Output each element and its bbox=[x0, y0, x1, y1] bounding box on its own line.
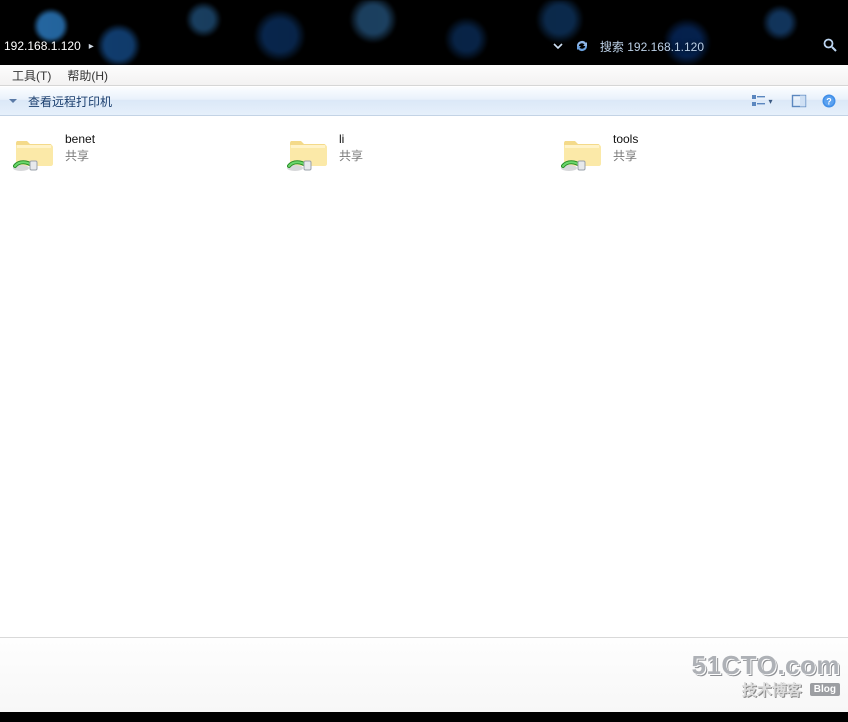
menu-tools[interactable]: 工具(T) bbox=[4, 65, 59, 86]
toolbar: 查看远程打印机 ▾ ? bbox=[0, 86, 848, 116]
view-remote-printers-button[interactable]: 查看远程打印机 bbox=[28, 93, 112, 110]
titlebar: 192.168.1.120 ▸ 搜索 192.168.1.120 bbox=[0, 0, 848, 65]
bottom-border bbox=[0, 712, 848, 722]
shared-folder-icon bbox=[287, 131, 329, 173]
address-row: 192.168.1.120 ▸ 搜索 192.168.1.120 bbox=[0, 33, 848, 65]
item-subtitle: 共享 bbox=[613, 148, 638, 165]
items-grid: benet 共享 li bbox=[8, 128, 840, 176]
search-icon[interactable] bbox=[822, 37, 838, 56]
details-pane bbox=[0, 638, 848, 722]
search-box[interactable]: 搜索 192.168.1.120 bbox=[600, 37, 838, 56]
item-name: li bbox=[339, 131, 363, 148]
organize-button[interactable] bbox=[6, 94, 20, 108]
shared-folder-icon bbox=[13, 131, 55, 173]
svg-text:?: ? bbox=[826, 97, 832, 107]
item-name: tools bbox=[613, 131, 638, 148]
item-subtitle: 共享 bbox=[65, 148, 95, 165]
menubar: 工具(T) 帮助(H) bbox=[0, 65, 848, 86]
refresh-icon[interactable] bbox=[574, 38, 590, 54]
view-options-icon bbox=[751, 93, 767, 109]
share-item-li[interactable]: li 共享 bbox=[282, 128, 532, 176]
preview-pane-icon bbox=[791, 93, 807, 109]
search-placeholder: 搜索 192.168.1.120 bbox=[600, 38, 704, 55]
menu-help[interactable]: 帮助(H) bbox=[59, 65, 116, 86]
item-name: benet bbox=[65, 131, 95, 148]
preview-pane-button[interactable] bbox=[786, 90, 812, 112]
chevron-down-icon: ▾ bbox=[768, 97, 772, 106]
view-options-button[interactable]: ▾ bbox=[742, 90, 782, 112]
breadcrumb-path[interactable]: 192.168.1.120 bbox=[4, 39, 81, 53]
item-subtitle: 共享 bbox=[339, 148, 363, 165]
shared-folder-icon bbox=[561, 131, 603, 173]
breadcrumb-arrow-icon[interactable]: ▸ bbox=[89, 41, 94, 52]
share-item-benet[interactable]: benet 共享 bbox=[8, 128, 258, 176]
content-area[interactable]: benet 共享 li bbox=[0, 116, 848, 638]
help-button[interactable]: ? bbox=[816, 90, 842, 112]
share-item-tools[interactable]: tools 共享 bbox=[556, 128, 806, 176]
help-icon: ? bbox=[821, 93, 837, 109]
titlebar-right-icons bbox=[552, 38, 590, 54]
chevron-down-icon[interactable] bbox=[552, 40, 564, 52]
